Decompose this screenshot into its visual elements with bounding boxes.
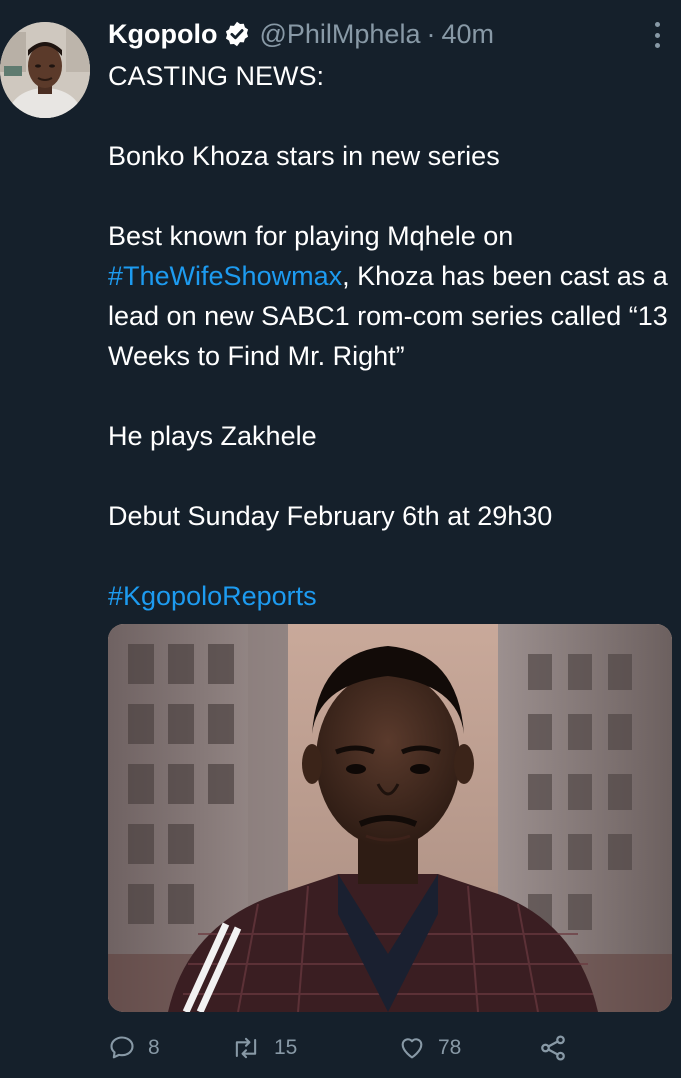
share-button[interactable] — [538, 1033, 568, 1063]
separator-dot: · — [426, 18, 436, 49]
user-handle[interactable]: @PhilMphela — [259, 19, 420, 50]
tweet-text: CASTING NEWS: Bonko Khoza stars in new s… — [108, 56, 668, 616]
tweet-actions: 8 15 78 — [108, 1030, 578, 1066]
hashtag-link[interactable]: #KgopoloReports — [108, 581, 317, 611]
text-line: He plays Zakhele — [108, 421, 317, 451]
more-options-icon[interactable] — [647, 22, 667, 48]
tweet[interactable]: Kgopolo @PhilMphela · 40m CASTING NEWS: … — [0, 0, 681, 1078]
tweet-media-photo[interactable] — [108, 624, 672, 1012]
text-line: Debut Sunday February 6th at 29h30 — [108, 501, 553, 531]
reply-icon — [108, 1034, 136, 1062]
like-count: 78 — [438, 1036, 462, 1059]
text-line: Bonko Khoza stars in new series — [108, 141, 500, 171]
avatar[interactable] — [0, 22, 90, 118]
reply-button[interactable]: 8 — [108, 1034, 230, 1062]
tweet-header: Kgopolo @PhilMphela · 40m — [108, 14, 494, 54]
text-paragraph: Best known for playing Mqhele on #TheWife… — [108, 216, 668, 376]
hashtag-link[interactable]: #TheWifeShowmax — [108, 261, 342, 291]
tweet-timestamp[interactable]: 40m — [441, 19, 494, 50]
retweet-icon — [230, 1034, 262, 1062]
like-button[interactable]: 78 — [398, 1034, 538, 1062]
display-name[interactable]: Kgopolo — [108, 19, 217, 50]
heart-icon — [398, 1034, 426, 1062]
text-line: CASTING NEWS: — [108, 61, 325, 91]
text-segment: Best known for playing Mqhele on — [108, 221, 514, 251]
verified-badge-icon — [223, 20, 251, 48]
reply-count: 8 — [148, 1036, 160, 1059]
share-icon — [538, 1033, 568, 1063]
retweet-button[interactable]: 15 — [230, 1034, 398, 1062]
retweet-count: 15 — [274, 1036, 298, 1059]
